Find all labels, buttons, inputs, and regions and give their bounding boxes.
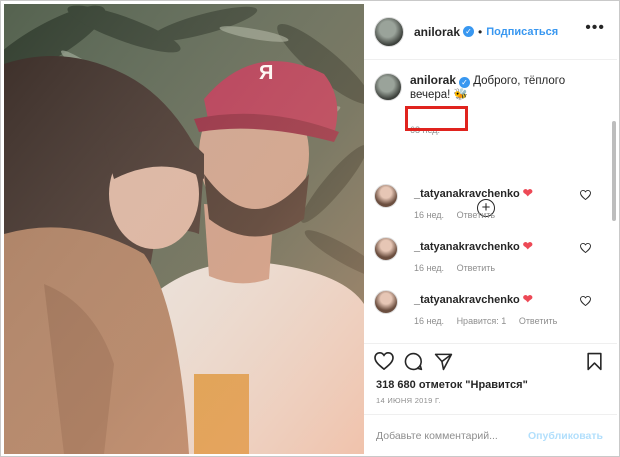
publish-button[interactable]: Опубликовать	[528, 430, 603, 442]
reply-button[interactable]: Ответить	[457, 210, 495, 220]
like-heart-icon[interactable]	[580, 243, 591, 253]
avatar[interactable]	[374, 73, 402, 101]
post-header: anilorak ✓ • Подписаться •••	[364, 4, 617, 60]
post-photo[interactable]: Я	[4, 4, 364, 454]
post-window: Я anilorak ✓ • Подписаться •••	[0, 0, 620, 457]
bee-emoji: 🐝	[453, 89, 468, 101]
bookmark-icon[interactable]	[586, 352, 603, 371]
separator-dot: •	[478, 24, 483, 39]
avatar[interactable]	[374, 184, 398, 208]
more-dots-icon[interactable]: •••	[585, 20, 605, 36]
post-sidebar: anilorak ✓ • Подписаться ••• anilorak ✓ Д…	[364, 4, 617, 454]
reply-button[interactable]: Ответить	[519, 316, 557, 326]
comment-item: _tatyanakravchenko ❤ 16 нед. Ответить	[374, 184, 609, 234]
like-heart-icon[interactable]	[580, 190, 591, 200]
caption: anilorak ✓ Доброго, тёплого вечера! 🐝	[374, 73, 574, 102]
comment-item: _tatyanakravchenko ❤ 16 нед. Ответить	[374, 237, 609, 287]
verified-icon: ✓	[463, 26, 475, 37]
likes-count[interactable]: 318 680 отметок "Нравится"	[376, 379, 528, 391]
heart-icon: ❤	[522, 239, 533, 253]
follow-button[interactable]: Подписаться	[486, 26, 558, 38]
highlight-box	[405, 106, 468, 131]
heart-icon: ❤	[522, 186, 533, 200]
add-comment-bar: Добавьте комментарий... Опубликовать	[364, 414, 617, 455]
caption-username[interactable]: anilorak	[410, 73, 456, 87]
header-username[interactable]: anilorak	[414, 25, 460, 39]
avatar[interactable]	[374, 16, 404, 47]
comment-username[interactable]: _tatyanakravchenko	[414, 188, 520, 200]
comment-icon[interactable]	[404, 352, 423, 371]
comment-item: _tatyanakravchenko ❤ 16 нед. Нравится: 1 …	[374, 290, 609, 340]
share-icon[interactable]	[434, 352, 453, 371]
photo-illustration: Я	[4, 4, 364, 454]
like-heart-icon[interactable]	[580, 296, 591, 306]
comment-time[interactable]: 16 нед.	[414, 210, 444, 220]
heart-icon: ❤	[522, 292, 533, 306]
comment-time[interactable]: 16 нед.	[414, 316, 444, 326]
comment-time[interactable]: 16 нед.	[414, 263, 444, 273]
like-icon[interactable]	[374, 352, 394, 370]
avatar[interactable]	[374, 237, 398, 261]
comment-username[interactable]: _tatyanakravchenko	[414, 241, 520, 253]
post-date[interactable]: 14 ИЮНЯ 2019 Г.	[376, 396, 441, 405]
comment-username[interactable]: _tatyanakravchenko	[414, 294, 520, 306]
post-actions: 318 680 отметок "Нравится" 14 ИЮНЯ 2019 …	[364, 343, 617, 454]
reply-button[interactable]: Ответить	[457, 263, 495, 273]
avatar[interactable]	[374, 290, 398, 314]
verified-icon: ✓	[459, 77, 471, 88]
comments-area[interactable]: anilorak ✓ Доброго, тёплого вечера! 🐝 68 …	[364, 61, 617, 343]
comment-input[interactable]: Добавьте комментарий...	[376, 430, 498, 442]
comment-likes[interactable]: Нравится: 1	[457, 316, 507, 326]
scrollbar[interactable]	[612, 121, 616, 221]
